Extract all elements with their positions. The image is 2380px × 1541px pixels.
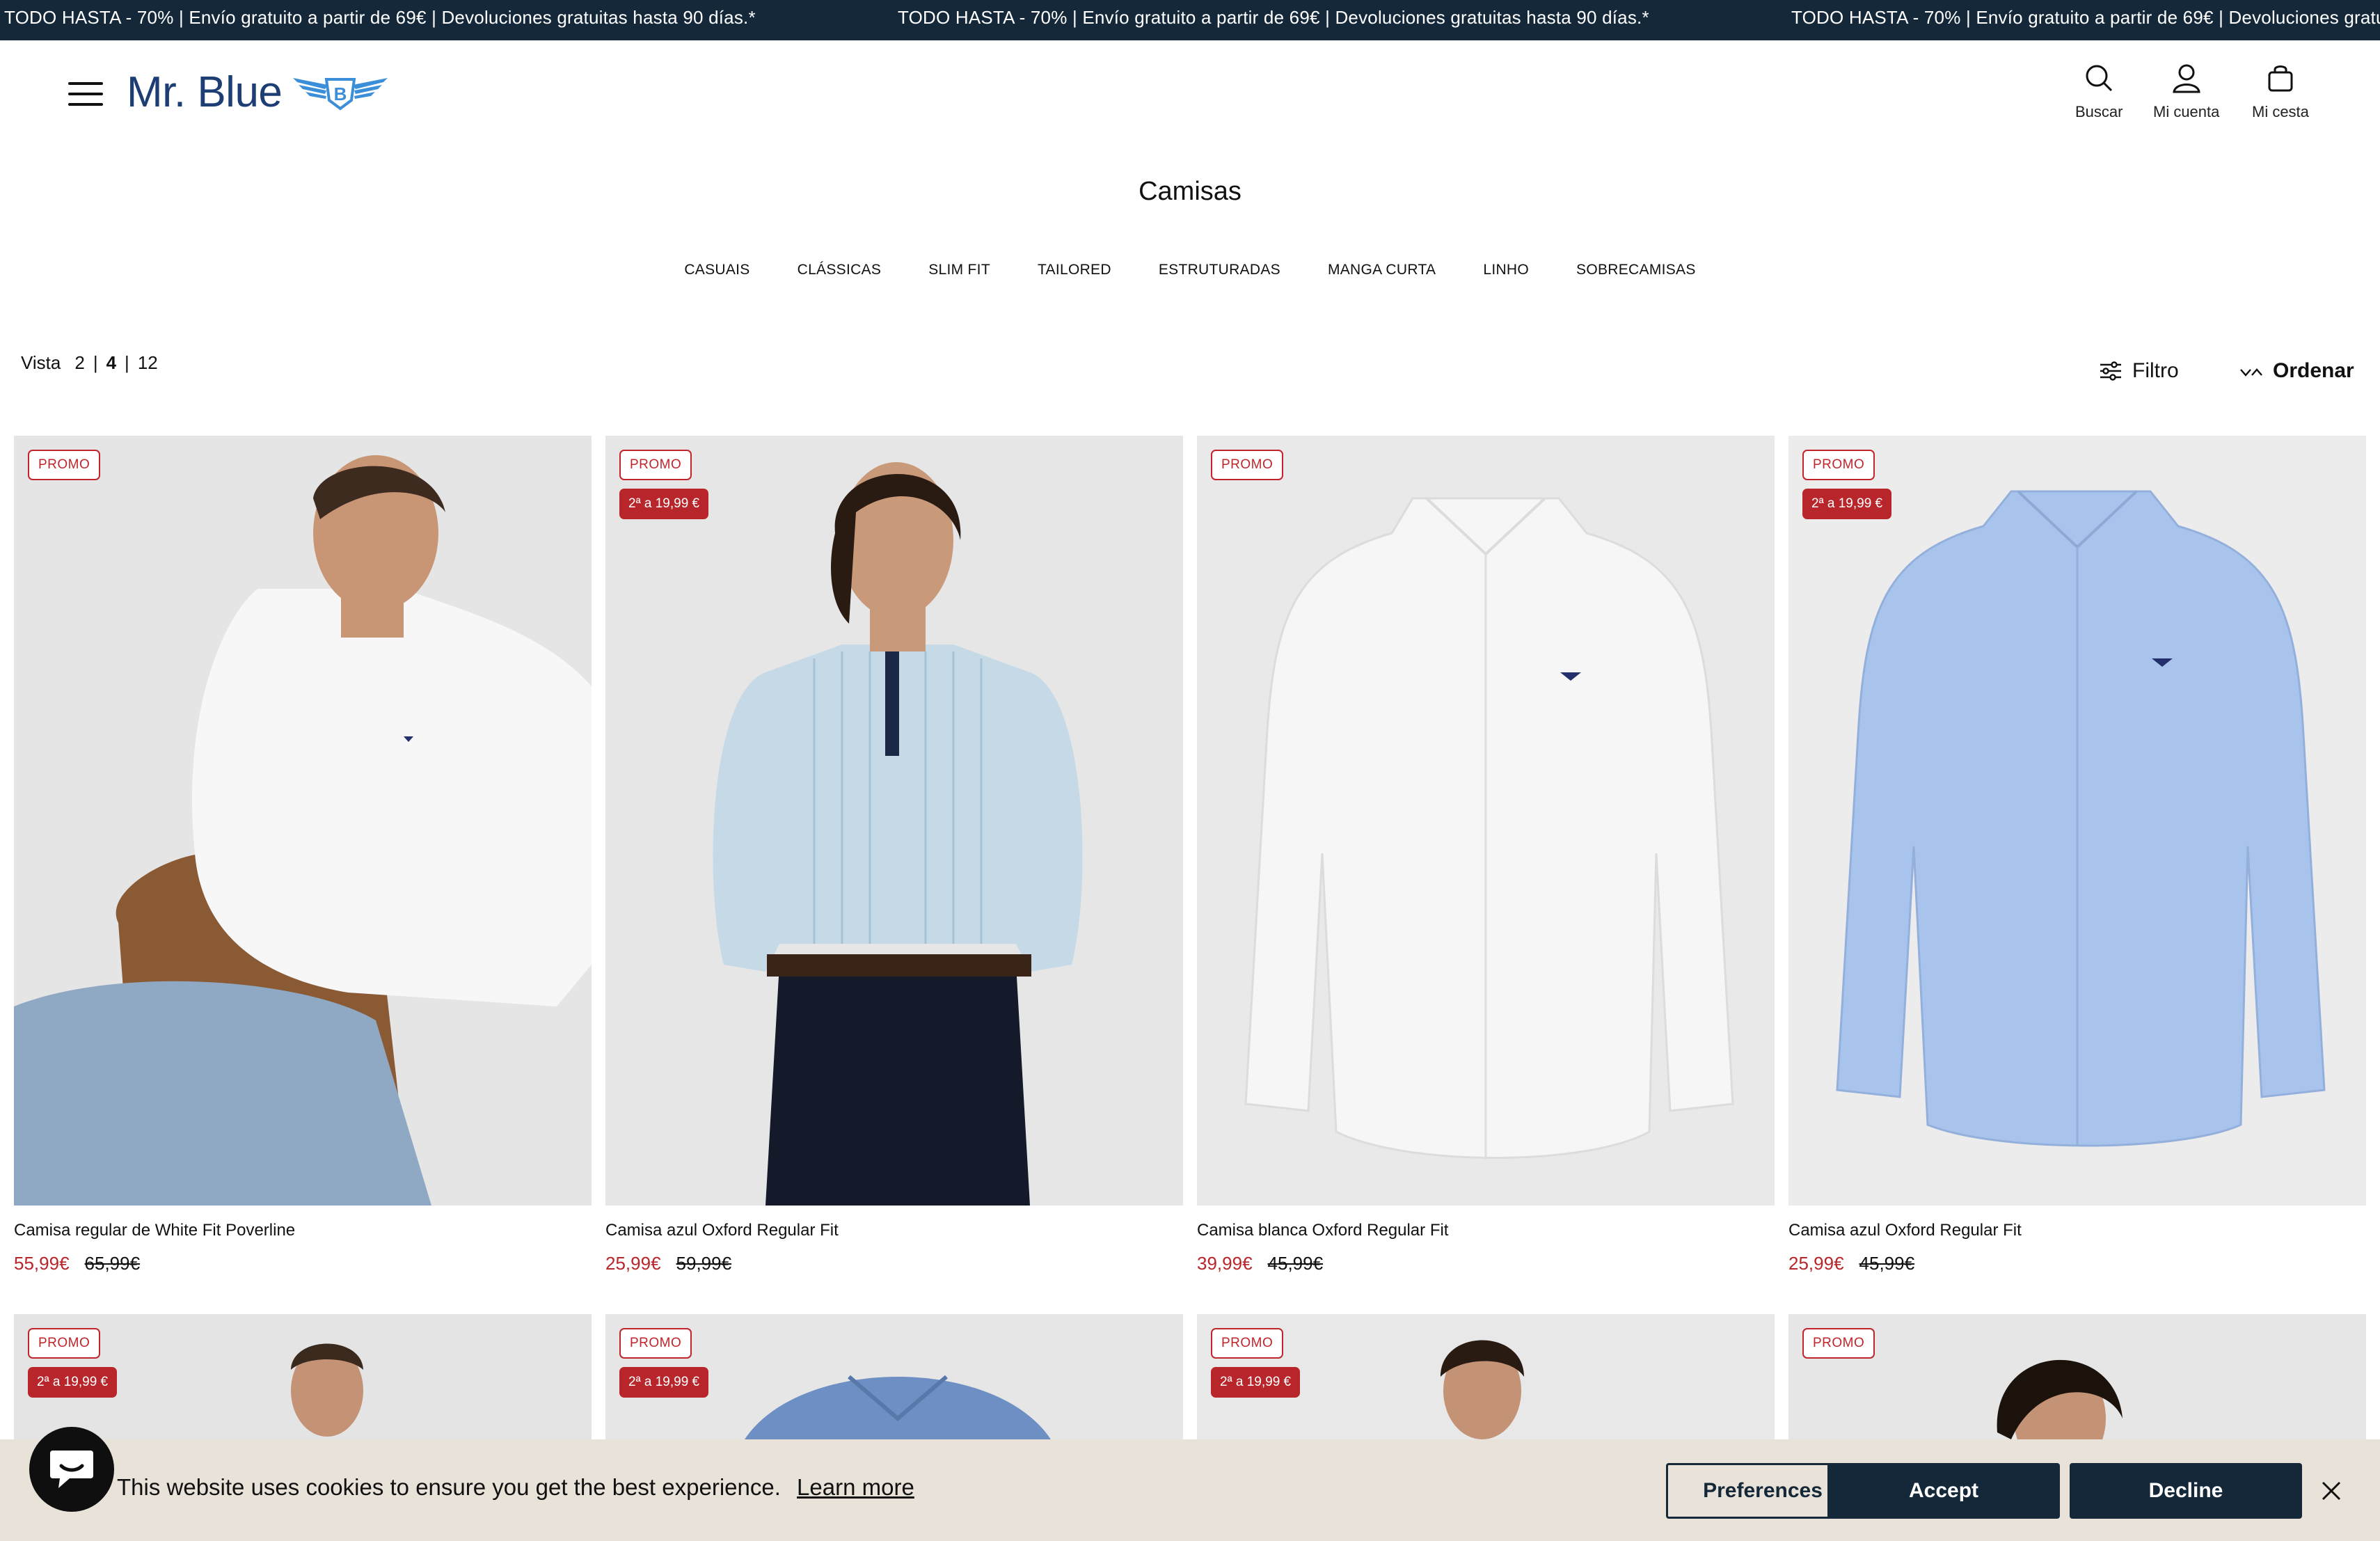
subcategory-link[interactable]: CLÁSSICAS <box>774 262 905 278</box>
product-photo-man <box>1788 1314 2366 1439</box>
product-image[interactable]: PROMO 2ª a 19,99 € <box>1197 1314 1775 1439</box>
promo-badge: PROMO <box>1802 450 1875 480</box>
search-label: Buscar <box>2075 103 2123 120</box>
logo-wings-icon: B <box>293 78 388 111</box>
announcement-text: TODO HASTA - 70% | Envío gratuito a part… <box>4 7 756 28</box>
page-title: Camisas <box>1139 177 1241 206</box>
sort-label: Ordenar <box>2273 359 2354 382</box>
product-name[interactable]: Camisa blanca Oxford Regular Fit <box>1197 1221 1775 1240</box>
product-name[interactable]: Camisa azul Oxford Regular Fit <box>1788 1221 2366 1240</box>
sale-price: 55,99€ <box>14 1253 70 1274</box>
subcategory-link[interactable]: ESTRUTURADAS <box>1135 262 1304 278</box>
product-price: 55,99€ 65,99€ <box>14 1253 592 1274</box>
product-price: 25,99€ 45,99€ <box>1788 1253 2366 1274</box>
product-image[interactable]: PROMO 2ª a 19,99 € <box>14 1314 592 1439</box>
product-card[interactable]: PROMO 2ª a 19,99 € <box>605 1314 1183 1439</box>
product-image[interactable]: PROMO 2ª a 19,99 € <box>1788 436 2366 1206</box>
product-photo-white-shirt <box>1197 436 1775 1206</box>
view-selector: Vista 2 | 4 | 12 <box>21 352 158 374</box>
second-unit-badge: 2ª a 19,99 € <box>1802 489 1892 519</box>
announcement-text: TODO HASTA - 70% | Envío gratuito a part… <box>898 7 1649 28</box>
close-icon[interactable] <box>2319 1478 2344 1503</box>
decline-button[interactable]: Decline <box>2070 1463 2302 1519</box>
view-label: Vista <box>21 352 61 373</box>
product-card[interactable]: PROMO Camisa blanca Oxford Regular Fit 3… <box>1197 436 1775 1274</box>
logo-text: Mr. Blue <box>127 68 283 116</box>
sale-price: 25,99€ <box>1788 1253 1844 1274</box>
product-price: 39,99€ 45,99€ <box>1197 1253 1775 1274</box>
subcategory-link[interactable]: SOBRECAMISAS <box>1553 262 1720 278</box>
promo-badge: PROMO <box>28 450 101 480</box>
subcategory-link[interactable]: CASUAIS <box>660 262 773 278</box>
sale-price: 39,99€ <box>1197 1253 1253 1274</box>
product-price: 25,99€ 59,99€ <box>605 1253 1183 1274</box>
accept-button[interactable]: Accept <box>1827 1463 2060 1519</box>
second-unit-badge: 2ª a 19,99 € <box>1211 1367 1301 1398</box>
promo-badge: PROMO <box>619 1328 692 1359</box>
sort-button[interactable]: Ordenar <box>2239 359 2354 383</box>
product-card[interactable]: PROMO 2ª a 19,99 € Camisa azul Oxford Re… <box>1788 436 2366 1274</box>
original-price: 59,99€ <box>676 1253 732 1274</box>
product-card[interactable]: PROMO Camisa regular de White Fit Poverl… <box>14 436 592 1274</box>
cookie-banner: This website uses cookies to ensure you … <box>0 1439 2380 1541</box>
promo-badge: PROMO <box>28 1328 101 1359</box>
original-price: 45,99€ <box>1859 1253 1915 1274</box>
account-label: Mi cuenta <box>2153 103 2220 120</box>
user-icon <box>2172 64 2200 93</box>
product-image[interactable]: PROMO <box>1197 436 1775 1206</box>
chat-icon <box>50 1451 93 1488</box>
promo-badge: PROMO <box>1802 1328 1875 1359</box>
sort-arrows-icon <box>2240 368 2262 377</box>
filter-icon <box>2100 361 2121 381</box>
subcategory-link[interactable]: TAILORED <box>1014 262 1135 278</box>
filter-label: Filtro <box>2132 359 2179 382</box>
cookie-message-line: This website uses cookies to ensure you … <box>117 1474 914 1501</box>
account-button[interactable]: Mi cuenta <box>2153 63 2219 121</box>
view-option-active[interactable]: 4 <box>106 352 116 374</box>
cart-button[interactable]: Mi cesta <box>2252 63 2309 121</box>
subcategory-link[interactable]: SLIM FIT <box>905 262 1014 278</box>
original-price: 65,99€ <box>84 1253 141 1274</box>
learn-more-link[interactable]: Learn more <box>797 1474 914 1500</box>
logo[interactable]: Mr. Blue B <box>127 64 389 120</box>
filter-button[interactable]: Filtro <box>2099 359 2179 383</box>
sale-price: 25,99€ <box>605 1253 661 1274</box>
announcement-bar: TODO HASTA - 70% | Envío gratuito a part… <box>0 0 2380 40</box>
product-card[interactable]: PROMO 2ª a 19,99 € Camisa azul Oxford Re… <box>605 436 1183 1274</box>
announcement-text: TODO HASTA - 70% | Envío gratuito a part… <box>1791 7 2380 28</box>
original-price: 45,99€ <box>1267 1253 1324 1274</box>
product-card[interactable]: PROMO 2ª a 19,99 € <box>1197 1314 1775 1439</box>
bag-icon <box>2268 65 2293 92</box>
promo-badge: PROMO <box>619 450 692 480</box>
product-name[interactable]: Camisa regular de White Fit Poverline <box>14 1221 592 1240</box>
search-icon <box>2086 65 2113 92</box>
second-unit-badge: 2ª a 19,99 € <box>28 1367 118 1398</box>
view-option[interactable]: 12 <box>138 352 158 374</box>
cart-label: Mi cesta <box>2252 103 2309 120</box>
product-photo-blue-shirt <box>1788 436 2366 1206</box>
menu-icon[interactable] <box>68 82 103 106</box>
logo-letter: B <box>334 84 347 104</box>
product-photo-man-white-shirt <box>14 436 592 1206</box>
product-name[interactable]: Camisa azul Oxford Regular Fit <box>605 1221 1183 1240</box>
subcategory-link[interactable]: MANGA CURTA <box>1304 262 1459 278</box>
second-unit-badge: 2ª a 19,99 € <box>619 1367 709 1398</box>
product-card[interactable]: PROMO 2ª a 19,99 € <box>14 1314 592 1439</box>
product-card[interactable]: PROMO <box>1788 1314 2366 1439</box>
second-unit-badge: 2ª a 19,99 € <box>619 489 709 519</box>
search-button[interactable]: Buscar <box>2075 63 2123 121</box>
promo-badge: PROMO <box>1211 1328 1284 1359</box>
product-image[interactable]: PROMO <box>1788 1314 2366 1439</box>
promo-badge: PROMO <box>1211 450 1284 480</box>
view-option[interactable]: 2 <box>74 352 84 374</box>
product-photo-man-striped-shirt <box>605 436 1183 1206</box>
subcategory-link[interactable]: LINHO <box>1459 262 1553 278</box>
subcategory-nav: CASUAIS CLÁSSICAS SLIM FIT TAILORED ESTR… <box>0 262 2380 278</box>
product-image[interactable]: PROMO 2ª a 19,99 € <box>605 436 1183 1206</box>
chat-button[interactable] <box>29 1427 114 1512</box>
product-image[interactable]: PROMO <box>14 436 592 1206</box>
cookie-message: This website uses cookies to ensure you … <box>117 1474 781 1500</box>
product-image[interactable]: PROMO 2ª a 19,99 € <box>605 1314 1183 1439</box>
